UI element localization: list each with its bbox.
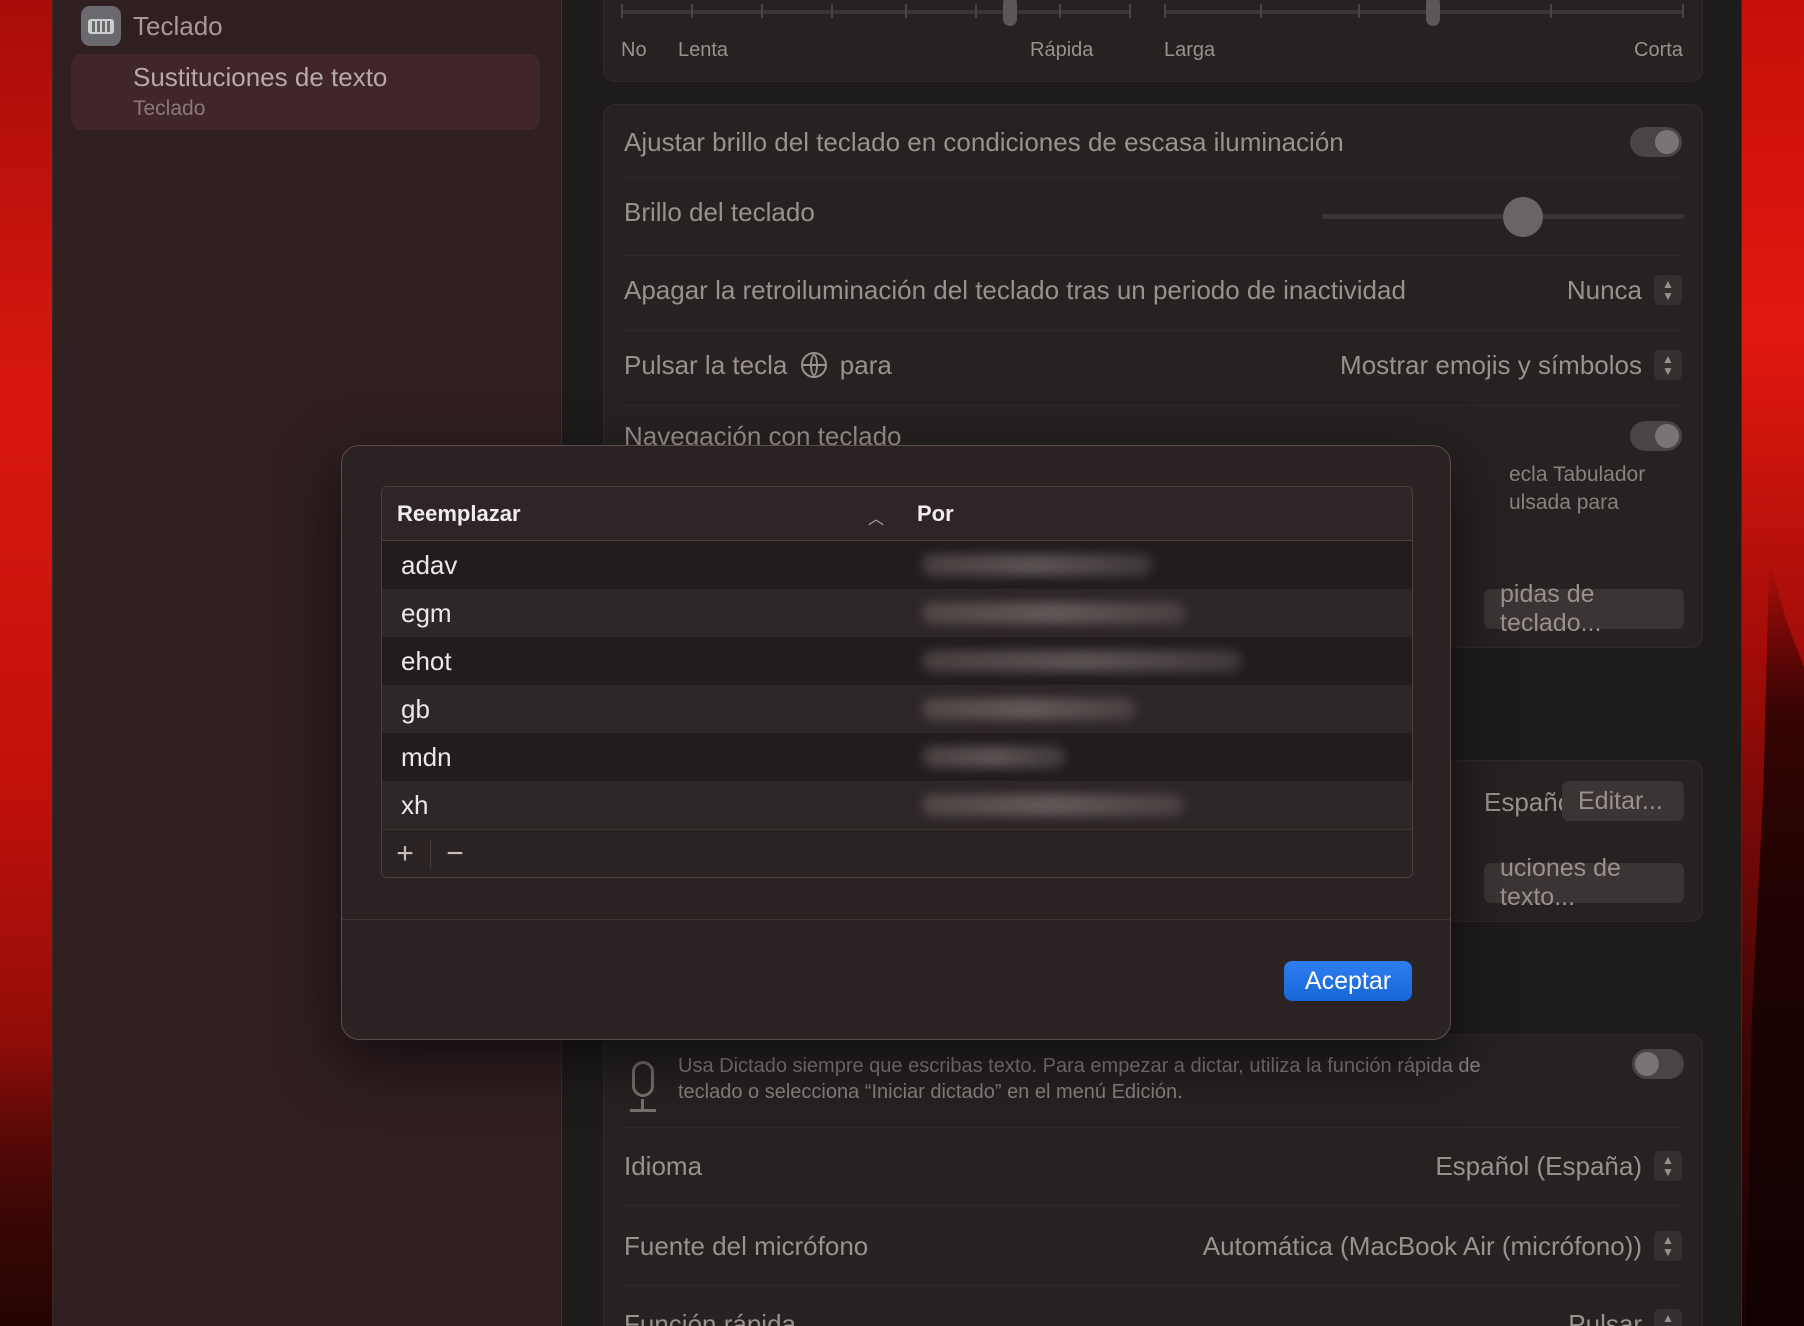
adjust-brightness-toggle[interactable] (1630, 127, 1682, 157)
row-backlight-off: Apagar la retroiluminación del teclado t… (624, 265, 1682, 315)
shortcut-popup[interactable]: Pulsar ▲▼ (1568, 1309, 1682, 1326)
mic-source-popup[interactable]: Automática (MacBook Air (micrófono)) ▲ ▼ (1203, 1231, 1682, 1262)
globe-key-popup[interactable]: Mostrar emojis y símbolos ▲ ▼ (1340, 350, 1682, 381)
replacements-table: Reemplazar ︿ Por adav egm ehot gb mdn xh (381, 486, 1413, 878)
backlight-off-popup[interactable]: Nunca ▲ ▼ (1567, 275, 1682, 306)
with-cell-redacted (922, 602, 1186, 624)
repeat-delay-slider[interactable] (1164, 10, 1684, 14)
globe-key-label: Pulsar la tecla para (624, 349, 892, 380)
text-replacements-button[interactable]: uciones de texto... (1484, 854, 1684, 911)
sidebar-result-title: Sustituciones de texto (133, 62, 388, 92)
row-adjust-brightness: Ajustar brillo del teclado en condicione… (624, 117, 1682, 167)
column-header-with[interactable]: Por (917, 501, 954, 527)
with-cell-redacted (922, 554, 1152, 576)
text-replacements-sheet: Reemplazar ︿ Por adav egm ehot gb mdn xh (341, 445, 1451, 1040)
with-cell-redacted (922, 746, 1066, 768)
keyboard-nav-desc-2: ulsada para (1509, 491, 1619, 514)
globe-key-value: Mostrar emojis y símbolos (1340, 349, 1642, 380)
globe-icon (800, 351, 827, 378)
chevron-updown-icon: ▲▼ (1654, 350, 1682, 380)
mic-source-value: Automática (MacBook Air (micrófono)) (1202, 1230, 1642, 1261)
with-cell-redacted (922, 650, 1242, 672)
key-repeat-knob[interactable] (1003, 0, 1017, 26)
dictation-desc-1: Usa Dictado siempre que escribas texto. … (678, 1055, 1481, 1077)
replace-cell: ehot (401, 645, 452, 676)
tick-label-no: No (621, 39, 647, 61)
key-repeat-group: No Lenta Rápida Larga Corta (603, 0, 1703, 82)
language-popup[interactable]: Español (España) ▲ ▼ (1435, 1151, 1682, 1182)
table-row[interactable]: gb (382, 685, 1412, 733)
tick-label-rapida: Rápida (1030, 39, 1094, 61)
edit-input-sources-button[interactable]: Editar... (1562, 781, 1684, 821)
table-header: Reemplazar ︿ Por (382, 487, 1412, 541)
tick-label-larga: Larga (1164, 39, 1216, 61)
table-row[interactable]: mdn (382, 733, 1412, 781)
sidebar-result-subtitle: Teclado (133, 97, 206, 120)
sort-ascending-icon[interactable]: ︿ (868, 505, 886, 528)
backlight-off-value: Nunca (1566, 274, 1642, 305)
microphone-icon (632, 1061, 654, 1097)
chevron-updown-icon: ▲▼ (1654, 1151, 1682, 1181)
chevron-updown-icon: ▲▼ (1654, 1231, 1682, 1261)
tick-label-lenta: Lenta (678, 39, 729, 61)
table-row[interactable]: egm (382, 589, 1412, 637)
row-globe-key: Pulsar la tecla para Mostrar emojis y sí… (624, 340, 1682, 390)
keyboard-nav-toggle[interactable] (1630, 421, 1682, 451)
keyboard-brightness-knob[interactable] (1503, 197, 1543, 237)
table-row[interactable]: xh (382, 781, 1412, 829)
table-row[interactable]: adav (382, 541, 1412, 589)
keyboard-shortcuts-button[interactable]: pidas de teclado... (1484, 580, 1684, 637)
table-row[interactable]: ehot (382, 637, 1412, 685)
with-cell-redacted (922, 698, 1136, 720)
dictation-toggle[interactable] (1632, 1049, 1684, 1079)
backlight-off-label: Apagar la retroiluminación del teclado t… (624, 274, 1406, 305)
tick-label-corta: Corta (1634, 39, 1683, 61)
sidebar-item-teclado[interactable]: Teclado (81, 6, 223, 46)
replace-cell: adav (401, 549, 458, 580)
keyboard-nav-desc-1: ecla Tabulador (1509, 463, 1646, 486)
sidebar-item-text-replacements[interactable]: Sustituciones de texto Teclado (71, 54, 540, 130)
keyboard-icon (81, 6, 121, 46)
language-value: Español (España) (1435, 1150, 1642, 1181)
dictation-group: Usa Dictado siempre que escribas texto. … (603, 1034, 1703, 1326)
repeat-delay-knob[interactable] (1426, 0, 1440, 26)
chevron-updown-icon: ▲▼ (1654, 275, 1682, 305)
adjust-brightness-label: Ajustar brillo del teclado en condicione… (624, 126, 1344, 157)
with-cell-redacted (922, 794, 1184, 816)
column-header-replace[interactable]: Reemplazar (397, 501, 521, 527)
row-language: Idioma Español (España) ▲ ▼ (624, 1141, 1682, 1191)
row-shortcut: Función rápida Pulsar ▲▼ (624, 1299, 1682, 1326)
add-replacement-button[interactable]: + (386, 836, 424, 872)
chevron-updown-icon: ▲▼ (1654, 1309, 1682, 1326)
row-mic-source: Fuente del micrófono Automática (MacBook… (624, 1221, 1682, 1271)
wallpaper-ground (0, 1046, 52, 1326)
sidebar-item-label: Teclado (133, 10, 223, 41)
accept-button[interactable]: Aceptar (1284, 961, 1412, 1001)
keyboard-brightness-label: Brillo del teclado (624, 196, 815, 227)
replace-cell: gb (401, 693, 430, 724)
replace-cell: mdn (401, 741, 452, 772)
replace-cell: egm (401, 597, 452, 628)
table-footer: + − (382, 829, 1412, 877)
shortcut-value: Pulsar (1568, 1308, 1642, 1326)
shortcut-label: Función rápida (624, 1308, 796, 1326)
mic-source-label: Fuente del micrófono (624, 1230, 869, 1261)
dictation-desc-2: teclado o selecciona “Iniciar dictado” e… (678, 1081, 1183, 1103)
replace-cell: xh (401, 789, 429, 820)
remove-replacement-button[interactable]: − (436, 836, 474, 872)
language-label: Idioma (624, 1150, 703, 1181)
key-repeat-slider[interactable] (621, 10, 1131, 14)
